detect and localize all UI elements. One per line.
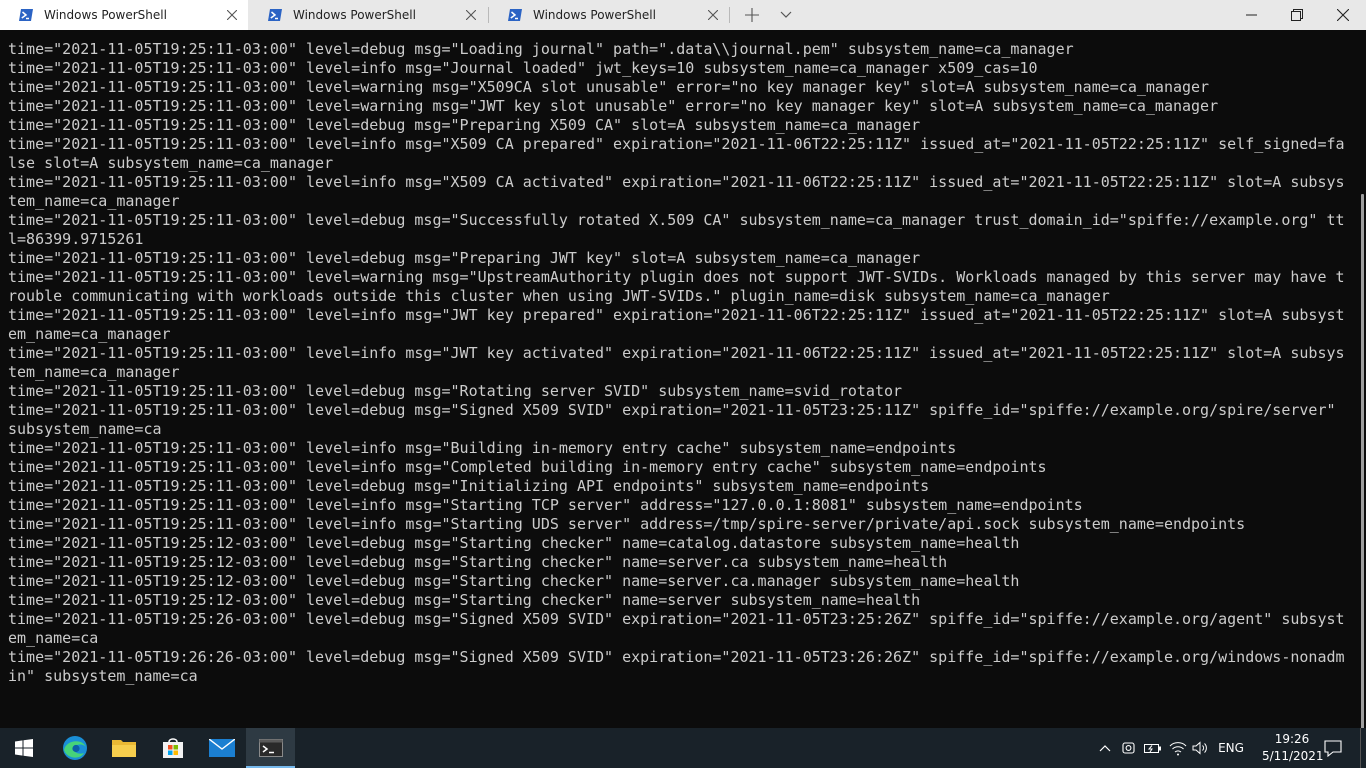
mail-icon	[208, 739, 235, 757]
taskbar-file-explorer[interactable]	[99, 728, 148, 768]
terminal-line: time="2021-11-05T19:25:11-03:00" level=i…	[8, 515, 1246, 533]
terminal-line: time="2021-11-05T19:25:11-03:00" level=d…	[8, 249, 921, 267]
terminal-pane[interactable]: time="2021-11-05T19:25:11-03:00" level=d…	[0, 30, 1366, 728]
start-button[interactable]	[0, 728, 48, 768]
terminal-line: time="2021-11-05T19:25:12-03:00" level=d…	[8, 591, 921, 609]
terminal-line: l=86399.9715261	[8, 230, 144, 248]
tray-network[interactable]	[1166, 728, 1190, 768]
tab-title: Windows PowerShell	[293, 8, 416, 22]
terminal-line: em_name=ca	[8, 629, 99, 647]
terminal-line: em_name=ca_manager	[8, 325, 171, 343]
windows-start-icon	[15, 739, 33, 757]
close-icon	[1337, 9, 1349, 21]
plus-icon	[745, 8, 759, 22]
terminal-line: time="2021-11-05T19:25:11-03:00" level=i…	[8, 306, 1345, 324]
show-desktop-button[interactable]	[1360, 728, 1366, 768]
notification-center-icon	[1324, 739, 1342, 757]
tray-notifications[interactable]	[1318, 728, 1348, 768]
minimize-button[interactable]	[1228, 0, 1274, 30]
terminal-line: time="2021-11-05T19:25:12-03:00" level=d…	[8, 572, 1020, 590]
terminal-line: in" subsystem_name=ca	[8, 667, 198, 685]
chevron-up-icon	[1099, 745, 1111, 752]
powershell-icon	[268, 9, 282, 21]
tab-separator	[729, 7, 730, 23]
taskbar-mail[interactable]	[197, 728, 246, 768]
minimize-icon	[1245, 14, 1257, 16]
tab-dropdown-button[interactable]	[770, 0, 802, 30]
taskbar-store[interactable]	[148, 728, 197, 768]
terminal-line: time="2021-11-05T19:25:11-03:00" level=i…	[8, 458, 1047, 476]
tray-volume[interactable]	[1190, 728, 1212, 768]
terminal-line: time="2021-11-05T19:25:11-03:00" level=i…	[8, 344, 1345, 362]
tab-title: Windows PowerShell	[533, 8, 656, 22]
taskbar: ENG 19:26 5/11/2021	[0, 728, 1366, 768]
new-tab-button[interactable]	[736, 0, 768, 30]
terminal-line: time="2021-11-05T19:25:11-03:00" level=d…	[8, 40, 1074, 58]
wifi-icon	[1169, 742, 1187, 756]
terminal-line: time="2021-11-05T19:25:11-03:00" level=d…	[8, 211, 1345, 229]
terminal-line: time="2021-11-05T19:25:11-03:00" level=i…	[8, 496, 1083, 514]
edge-icon	[62, 736, 87, 760]
taskbar-windows-terminal[interactable]	[246, 728, 295, 768]
language-indicator: ENG	[1218, 741, 1244, 755]
close-tab-icon[interactable]	[699, 1, 727, 29]
close-tab-icon[interactable]	[457, 1, 485, 29]
camera-icon	[1122, 742, 1135, 754]
terminal-line: tem_name=ca_manager	[8, 192, 180, 210]
terminal-line: time="2021-11-05T19:25:11-03:00" level=w…	[8, 78, 1210, 96]
terminal-line: time="2021-11-05T19:25:11-03:00" level=d…	[8, 116, 921, 134]
terminal-line: time="2021-11-05T19:25:11-03:00" level=i…	[8, 59, 1038, 77]
close-window-button[interactable]	[1320, 0, 1366, 30]
restore-icon	[1291, 9, 1303, 21]
tab-powershell-3[interactable]: Windows PowerShell	[489, 0, 729, 30]
terminal-line: time="2021-11-05T19:25:11-03:00" level=d…	[8, 477, 930, 495]
terminal-line: time="2021-11-05T19:25:11-03:00" level=w…	[8, 97, 1219, 115]
terminal-line: rouble communicating with workloads outs…	[8, 287, 1110, 305]
battery-charging-icon	[1144, 744, 1161, 753]
taskbar-edge[interactable]	[50, 728, 99, 768]
tab-title: Windows PowerShell	[44, 8, 167, 22]
terminal-line: time="2021-11-05T19:25:11-03:00" level=i…	[8, 173, 1345, 191]
tray-camera[interactable]	[1118, 728, 1140, 768]
terminal-line: time="2021-11-05T19:25:11-03:00" level=d…	[8, 401, 1336, 419]
windows-terminal-icon	[258, 739, 283, 757]
tray-overflow-button[interactable]	[1094, 728, 1116, 768]
clock-time: 19:26	[1274, 732, 1310, 746]
terminal-line: time="2021-11-05T19:25:11-03:00" level=w…	[8, 268, 1345, 286]
terminal-line: time="2021-11-05T19:25:11-03:00" level=d…	[8, 382, 903, 400]
terminal-line: time="2021-11-05T19:25:11-03:00" level=i…	[8, 439, 957, 457]
terminal-line: time="2021-11-05T19:25:11-03:00" level=i…	[8, 135, 1345, 153]
tray-language[interactable]: ENG	[1212, 728, 1250, 768]
title-bar: Windows PowerShell Windows PowerShell Wi…	[0, 0, 1366, 30]
maximize-button[interactable]	[1274, 0, 1320, 30]
tab-powershell-1[interactable]: Windows PowerShell	[0, 0, 248, 30]
tab-powershell-2[interactable]: Windows PowerShell	[249, 0, 487, 30]
scrollbar-thumb[interactable]	[1361, 194, 1364, 728]
tray-battery[interactable]	[1142, 728, 1164, 768]
terminal-line: time="2021-11-05T19:26:26-03:00" level=d…	[8, 648, 1345, 666]
terminal-line: subsystem_name=ca	[8, 420, 162, 438]
clock-date: 5/11/2021	[1262, 749, 1324, 763]
tray-clock[interactable]: 19:26 5/11/2021	[1262, 731, 1324, 765]
terminal-line: lse slot=A subsystem_name=ca_manager	[8, 154, 334, 172]
terminal-line: tem_name=ca_manager	[8, 363, 180, 381]
close-tab-icon[interactable]	[218, 1, 246, 29]
file-explorer-icon	[111, 740, 136, 757]
terminal-line: time="2021-11-05T19:25:26-03:00" level=d…	[8, 610, 1345, 628]
terminal-line: time="2021-11-05T19:25:12-03:00" level=d…	[8, 534, 1020, 552]
speaker-icon	[1192, 741, 1207, 755]
powershell-icon	[19, 9, 33, 21]
terminal-output: time="2021-11-05T19:25:11-03:00" level=d…	[8, 40, 1345, 686]
chevron-down-icon	[780, 11, 792, 18]
microsoft-store-icon	[162, 738, 183, 758]
terminal-line: time="2021-11-05T19:25:12-03:00" level=d…	[8, 553, 948, 571]
powershell-icon	[508, 9, 522, 21]
